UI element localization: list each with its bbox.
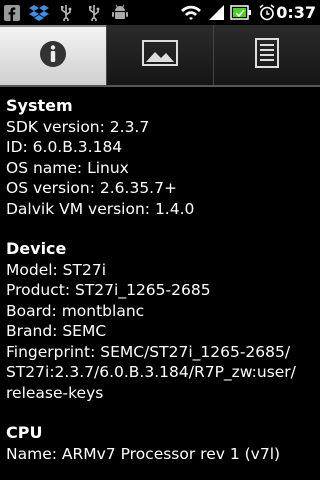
battery-icon (230, 4, 252, 21)
info-content: System SDK version: 2.3.7 ID: 6.0.B.3.18… (6, 96, 316, 464)
tab-info[interactable] (0, 25, 106, 85)
alarm-icon (258, 4, 276, 21)
device-section-title: Device (6, 239, 67, 258)
signal-icon (206, 4, 226, 21)
usb-icon (86, 4, 102, 21)
tab-list[interactable] (213, 25, 320, 85)
android-debug-icon (111, 4, 129, 21)
info-icon (38, 39, 68, 73)
cpu-name: Name: ARMv7 Processor rev 1 (v7l) (6, 444, 281, 463)
cpu-section-title: CPU (6, 423, 43, 442)
build-id: ID: 6.0.B.3.184 (6, 138, 123, 156)
device-product: Product: ST27i_1265-2685 (6, 281, 211, 299)
clock: 0:37 (276, 3, 316, 22)
sdk-version: SDK version: 2.3.7 (6, 117, 150, 136)
tab-bar (0, 25, 320, 87)
dropbox-icon (29, 4, 49, 21)
device-fingerprint-line-2: ST27i:2.3.7/6.0.B.3.184/R7P_zw:user/ (6, 363, 296, 381)
device-fingerprint-line-3: release-keys (6, 383, 104, 402)
device-board: Board: montblanc (6, 301, 145, 320)
device-fingerprint-line-1: Fingerprint: SEMC/ST27i_1265-2685/ (6, 342, 291, 361)
device-model: Model: ST27i (6, 260, 107, 279)
os-name: OS name: Linux (6, 158, 129, 177)
device-brand: Brand: SEMC (6, 322, 107, 340)
tab-display[interactable] (106, 25, 213, 85)
wifi-icon (180, 4, 202, 21)
facebook-icon (4, 4, 20, 21)
dalvik-version: Dalvik VM version: 1.4.0 (6, 199, 195, 218)
usb-icon (58, 4, 74, 21)
system-section-title: System (6, 96, 73, 115)
image-icon (142, 40, 178, 70)
list-icon (255, 38, 279, 72)
os-version: OS version: 2.6.35.7+ (6, 179, 177, 197)
status-bar: 0:37 (0, 0, 320, 25)
